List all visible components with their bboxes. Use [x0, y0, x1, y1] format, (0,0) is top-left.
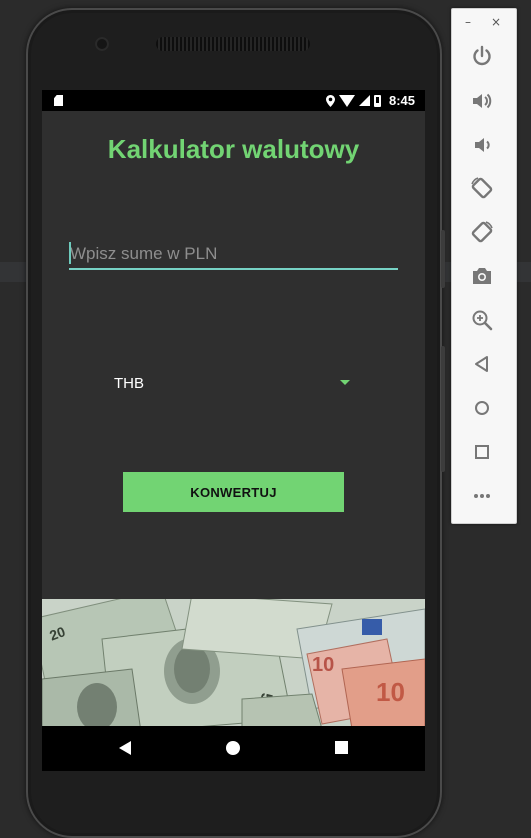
- status-icons: 8:45: [325, 92, 415, 109]
- navigation-bar: [42, 726, 425, 771]
- home-button[interactable]: [469, 395, 495, 421]
- more-button[interactable]: [469, 483, 495, 509]
- power-icon: [473, 45, 491, 66]
- rotate-left-button[interactable]: [469, 175, 495, 201]
- minimize-button[interactable]: –: [465, 15, 471, 29]
- zoom-button[interactable]: [469, 307, 495, 333]
- close-button[interactable]: ×: [491, 15, 501, 29]
- overview-button[interactable]: [469, 439, 495, 465]
- back-icon: [475, 356, 488, 372]
- nav-recents-icon[interactable]: [335, 741, 348, 754]
- overview-icon: [475, 445, 489, 459]
- volume-up-icon: [473, 93, 492, 109]
- page-title: Kalkulator walutowy: [107, 134, 360, 164]
- nav-home-icon[interactable]: [226, 741, 240, 755]
- nav-back-icon[interactable]: [119, 741, 131, 755]
- camera-icon: [473, 268, 491, 284]
- battery-icon: [373, 94, 381, 107]
- rotate-right-icon: [471, 221, 493, 243]
- dropdown-arrow-icon: [340, 380, 350, 385]
- device-screen: 8:45 Kalkulator walutowy THB KONWERTUJ: [42, 90, 425, 771]
- power-button[interactable]: [469, 43, 495, 69]
- convert-button[interactable]: KONWERTUJ: [123, 472, 344, 512]
- text-cursor: [69, 242, 71, 264]
- wifi-icon: [338, 95, 355, 107]
- cell-signal-icon: [358, 95, 370, 106]
- currency-spinner[interactable]: THB: [108, 372, 354, 394]
- volume-up-button[interactable]: [469, 88, 495, 114]
- banknotes-illustration: 10 10 50 20: [42, 599, 425, 729]
- volume-down-button[interactable]: [469, 132, 495, 158]
- home-icon: [475, 401, 489, 415]
- rotate-left-icon: [471, 177, 493, 199]
- amount-input[interactable]: [69, 240, 398, 270]
- screenshot-button[interactable]: [469, 263, 495, 289]
- earpiece-speaker: [156, 37, 310, 51]
- banknote-digit-10-b: 10: [376, 677, 405, 707]
- front-camera: [95, 37, 109, 51]
- volume-down-icon: [475, 138, 490, 152]
- sd-card-icon: [54, 95, 63, 106]
- currency-spinner-value: THB: [114, 375, 144, 392]
- toolbar-window-controls: – ×: [465, 15, 505, 31]
- banknote-digit-10-a: 10: [312, 654, 334, 676]
- back-button[interactable]: [469, 351, 495, 377]
- zoom-icon: [472, 310, 493, 331]
- more-icon: [474, 494, 490, 498]
- status-bar: 8:45: [42, 90, 425, 111]
- location-icon: [325, 94, 335, 107]
- banknotes-image: 10 10 50 20: [42, 599, 425, 729]
- rotate-right-button[interactable]: [469, 219, 495, 245]
- status-time: 8:45: [388, 93, 415, 108]
- emulator-toolbar: – ×: [451, 8, 517, 524]
